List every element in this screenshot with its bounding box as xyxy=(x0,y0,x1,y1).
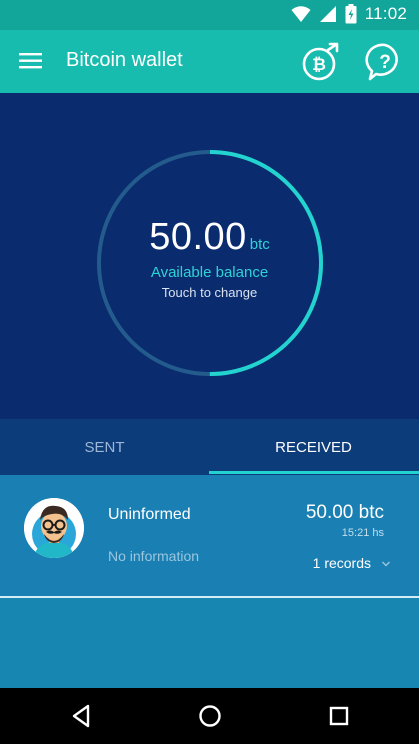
menu-button[interactable] xyxy=(18,49,44,73)
status-icons: 11:02 xyxy=(291,4,407,24)
recents-icon[interactable] xyxy=(325,702,353,730)
hipster-avatar-icon xyxy=(24,498,84,558)
record-time: 15:21 hs xyxy=(341,527,384,539)
hamburger-menu-icon xyxy=(19,53,42,69)
tab-received[interactable]: RECEIVED xyxy=(209,419,418,475)
tab-active-indicator xyxy=(209,471,419,474)
help-question-icon: ? xyxy=(365,43,398,81)
app-title: Bitcoin wallet xyxy=(66,49,183,71)
transaction-tabs: SENT RECEIVED xyxy=(0,419,419,475)
app-bar: Bitcoin wallet ₿ ? xyxy=(0,30,419,93)
balance-unit: btc xyxy=(249,236,270,253)
svg-text:₿: ₿ xyxy=(312,55,326,74)
home-icon[interactable] xyxy=(196,702,224,730)
tab-sent[interactable]: SENT xyxy=(0,419,209,475)
status-time: 11:02 xyxy=(364,4,407,23)
balance-ring[interactable] xyxy=(94,147,326,379)
list-item[interactable]: Uninformed No information 50.00 btc 15:2… xyxy=(0,475,419,598)
wifi-icon xyxy=(291,6,311,22)
back-icon[interactable] xyxy=(68,702,96,730)
avatar xyxy=(24,498,84,558)
balance-amount-row[interactable]: 50.00 btc xyxy=(0,216,419,259)
balance-hint: Touch to change xyxy=(161,285,258,300)
balance-amount: 50.00 xyxy=(149,216,247,258)
record-name: Uninformed xyxy=(108,506,191,523)
records-list: Uninformed No information 50.00 btc 15:2… xyxy=(0,475,419,688)
chevron-down-icon[interactable] xyxy=(381,559,391,569)
system-nav-bar xyxy=(0,688,419,744)
bitcoin-transfer-icon: ₿ xyxy=(302,42,339,81)
balance-panel: 50.00 btc Available balance Touch to chan… xyxy=(0,93,419,419)
list-empty-area xyxy=(0,598,419,688)
signal-icon xyxy=(319,6,336,22)
record-info: No information xyxy=(108,548,200,564)
bitcoin-transfer-button[interactable]: ₿ xyxy=(300,42,340,82)
help-button[interactable]: ? xyxy=(365,42,405,82)
battery-charging-icon xyxy=(345,4,357,24)
svg-text:?: ? xyxy=(379,52,391,73)
record-amount: 50.00 btc xyxy=(305,502,384,523)
status-bar: 11:02 xyxy=(0,0,419,30)
balance-label: Available balance xyxy=(150,264,269,281)
record-count[interactable]: 1 records xyxy=(313,555,371,571)
